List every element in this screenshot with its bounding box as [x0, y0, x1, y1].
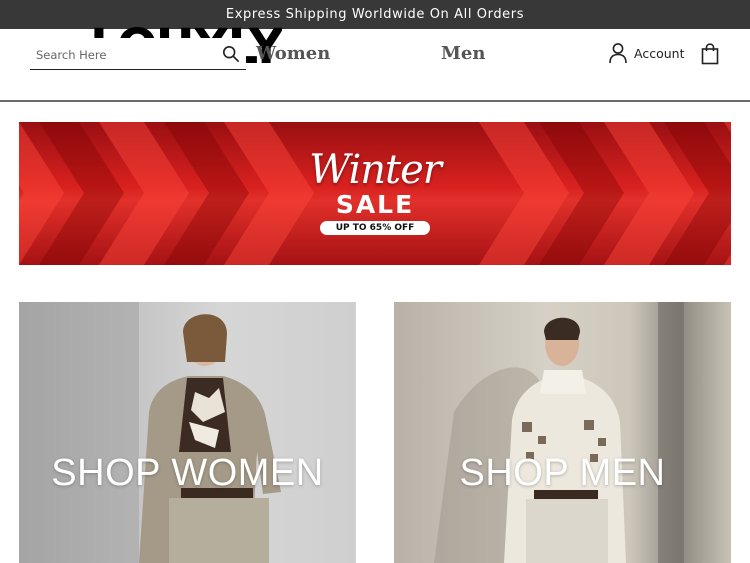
shop-women-tile[interactable]: SHOP WOMEN [19, 302, 356, 563]
search-input[interactable] [36, 46, 216, 64]
shop-men-tile[interactable]: SHOP MEN [394, 302, 731, 563]
shop-men-label: SHOP MEN [459, 452, 666, 494]
banner-title: Winter [309, 147, 442, 193]
shop-women-label: SHOP WOMEN [51, 452, 324, 494]
shopping-bag-icon[interactable] [701, 43, 719, 65]
men-model-image [434, 302, 684, 563]
announcement-text: Express Shipping Worldwide On All Orders [225, 7, 525, 22]
search-bar [30, 38, 246, 70]
site-header: LOUXLY Women Men Account [0, 23, 750, 102]
sale-headline: Winter SALE UP TO 65% OFF [304, 150, 446, 244]
banner-subtitle: SALE [335, 190, 415, 219]
nav-men-link[interactable]: Men [441, 43, 485, 64]
account-label: Account [634, 45, 685, 61]
winter-sale-banner[interactable]: Winter SALE UP TO 65% OFF [19, 122, 731, 265]
banner-offer-badge: UP TO 65% OFF [319, 221, 431, 235]
women-model-image [19, 302, 281, 563]
search-icon[interactable] [222, 45, 240, 63]
account-link[interactable]: Account [608, 42, 684, 64]
user-icon [609, 43, 627, 64]
nav-women-link[interactable]: Women [256, 43, 330, 64]
